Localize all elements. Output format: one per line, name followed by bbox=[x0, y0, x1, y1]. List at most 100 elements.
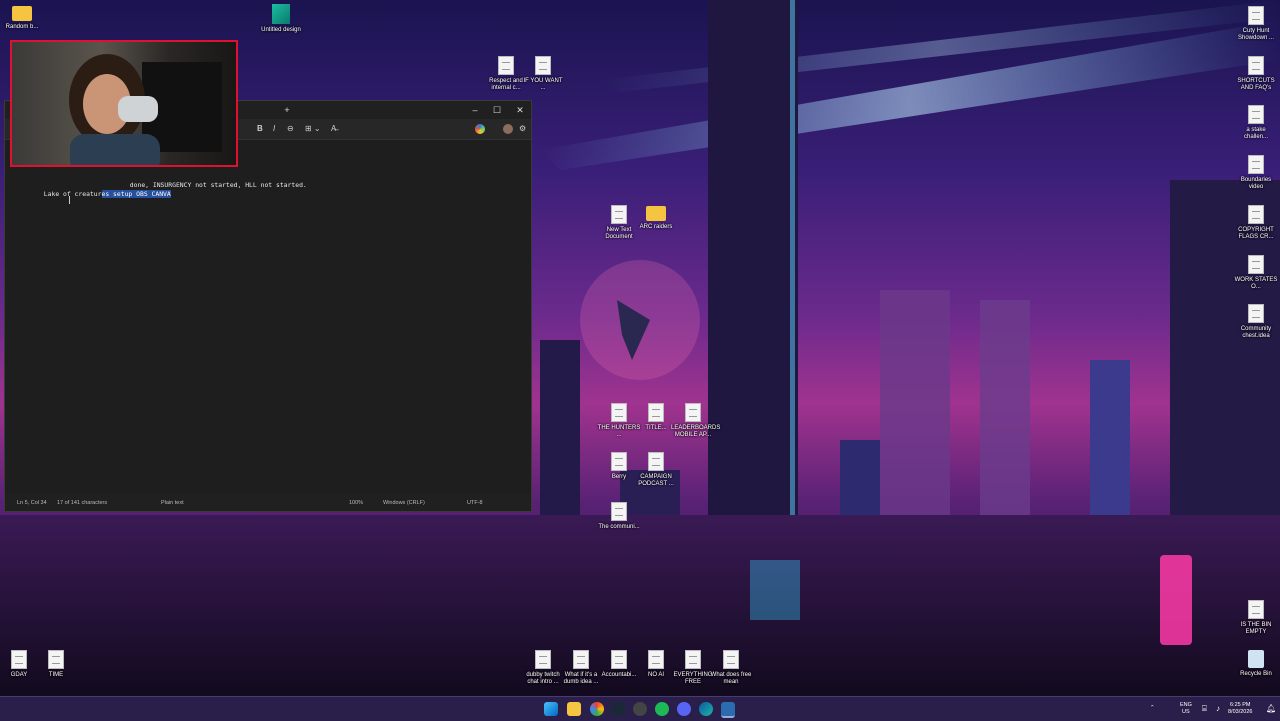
desktop-icon-is-the-bin-empty[interactable]: IS THE BIN EMPTY bbox=[1234, 600, 1278, 636]
desktop-icon-label: a stake challen... bbox=[1243, 127, 1268, 140]
desktop-icon-label: Community chest.idea bbox=[1240, 326, 1272, 339]
status-zoom[interactable]: 100% bbox=[349, 500, 363, 506]
document-icon bbox=[685, 650, 701, 669]
clear-formatting-button[interactable]: A̶ bbox=[331, 122, 336, 136]
document-icon bbox=[535, 56, 551, 75]
desktop-icon-label: Respect and internal c... bbox=[489, 78, 523, 91]
desktop-icon-label: What if it's a dumb idea ... bbox=[563, 672, 599, 685]
link-button[interactable]: ⊖ bbox=[287, 122, 294, 136]
document-icon bbox=[1248, 600, 1264, 619]
show-hidden-icons-chevron-icon[interactable]: ⌃ bbox=[1150, 705, 1155, 711]
selected-text: es setup OBS CANVA bbox=[101, 190, 171, 198]
spotify-icon[interactable] bbox=[655, 702, 669, 716]
bold-button[interactable]: B bbox=[257, 122, 263, 136]
start-button-windows-icon[interactable] bbox=[544, 702, 558, 716]
desktop-icon-label: SHORTCUTS AND FAQ's bbox=[1237, 78, 1275, 91]
document-icon bbox=[611, 650, 627, 669]
document-icon bbox=[1248, 304, 1264, 323]
desktop-icon-community-chest[interactable]: Community chest.idea bbox=[1234, 304, 1278, 340]
volume-icon[interactable]: ♪ bbox=[1216, 704, 1220, 713]
status-format: Plain text bbox=[161, 500, 184, 506]
document-icon bbox=[723, 650, 739, 669]
document-icon bbox=[535, 650, 551, 669]
desktop-icon-label: WORK STATES O... bbox=[1234, 277, 1278, 290]
document-icon bbox=[611, 403, 627, 422]
recycle-bin-icon bbox=[1248, 650, 1264, 668]
obs-icon[interactable] bbox=[633, 702, 647, 716]
folder-icon bbox=[646, 206, 666, 221]
folder-icon bbox=[12, 6, 32, 21]
desktop-icon-label: The communi... bbox=[598, 524, 640, 530]
table-dropdown[interactable]: ⊞ ⌄ bbox=[305, 122, 321, 136]
notifications-bell-icon[interactable]: 🔔︎ bbox=[1266, 704, 1276, 713]
document-icon bbox=[648, 403, 664, 422]
desktop-icon-label: Cuty Hunt Showdown ... bbox=[1237, 28, 1275, 41]
desktop: Random b... Untitled design Respect and … bbox=[0, 0, 1280, 696]
desktop-icon-the-community[interactable]: The communi... bbox=[597, 502, 641, 531]
desktop-icon-label: TITLE... bbox=[645, 425, 667, 431]
clock-time[interactable]: 6:25 PM bbox=[1230, 702, 1250, 708]
chrome-icon[interactable] bbox=[590, 702, 604, 716]
account-avatar[interactable] bbox=[503, 124, 513, 134]
document-icon bbox=[648, 452, 664, 471]
desktop-icon-label: Berry bbox=[611, 474, 627, 480]
region-indicator: US bbox=[1182, 709, 1190, 715]
desktop-icon-label: COPYRIGHT FLAGS CR... bbox=[1238, 227, 1274, 240]
desktop-icon-label: Boundaries video bbox=[1240, 177, 1272, 190]
desktop-icon-cuty-hunt[interactable]: Cuty Hunt Showdown ... bbox=[1234, 6, 1278, 42]
minimize-button[interactable]: – bbox=[465, 102, 485, 118]
desktop-icon-label: GDAY bbox=[10, 672, 28, 678]
notepad-editor[interactable]: done, INSURGENCY not started, HLL not st… bbox=[5, 140, 531, 495]
status-encoding: UTF-8 bbox=[467, 500, 483, 506]
desktop-icon-stake-challenge[interactable]: a stake challen... bbox=[1234, 105, 1278, 141]
desktop-icon-shortcuts[interactable]: SHORTCUTS AND FAQ's bbox=[1234, 56, 1278, 92]
document-icon bbox=[685, 403, 701, 422]
notepad-statusbar: Ln 5, Col 34 17 of 141 characters Plain … bbox=[5, 495, 531, 511]
discord-icon[interactable] bbox=[677, 702, 691, 716]
document-icon bbox=[1248, 155, 1264, 174]
desktop-icon-work-states[interactable]: WORK STATES O... bbox=[1234, 255, 1278, 291]
new-tab-button[interactable]: + bbox=[277, 102, 297, 118]
copilot-icon[interactable] bbox=[475, 124, 485, 134]
close-button[interactable]: ✕ bbox=[510, 102, 530, 118]
desktop-icon-boundaries[interactable]: Boundaries video bbox=[1234, 155, 1278, 191]
desktop-icon-label: TIME bbox=[48, 672, 64, 678]
desktop-icon-recycle-bin[interactable]: Recycle Bin bbox=[1234, 650, 1278, 678]
edge-icon[interactable] bbox=[699, 702, 713, 716]
canva-icon bbox=[272, 4, 290, 24]
desktop-icon-time[interactable]: TIME bbox=[34, 650, 78, 679]
network-icon[interactable]: ⌸ bbox=[1202, 704, 1207, 714]
desktop-icon-copyright[interactable]: COPYRIGHT FLAGS CR... bbox=[1234, 205, 1278, 241]
desktop-icon-random-folder[interactable]: Random b... bbox=[0, 6, 44, 31]
maximize-button[interactable]: ☐ bbox=[487, 102, 507, 118]
desktop-icon-label: LEADERBOARDS MOBILE AP... bbox=[671, 425, 721, 438]
desktop-icon-campaign-podcast[interactable]: CAMPAIGN PODCAST ... bbox=[634, 452, 678, 488]
desktop-icon-label: CAMPAIGN PODCAST ... bbox=[638, 474, 674, 487]
text-cursor-icon bbox=[69, 196, 70, 204]
document-icon bbox=[1248, 205, 1264, 224]
desktop-icon-free-mean[interactable]: What does free mean bbox=[709, 650, 753, 686]
steam-icon[interactable] bbox=[611, 702, 625, 716]
desktop-icon-label: IS THE BIN EMPTY bbox=[1240, 622, 1272, 635]
taskbar: ⌃ ENG US ⌸ ♪ 6:25 PM 8/03/2026 🔔︎ bbox=[0, 696, 1280, 721]
desktop-icon-if-you-want[interactable]: IF YOU WANT ... bbox=[521, 56, 565, 92]
italic-button[interactable]: I bbox=[273, 122, 275, 136]
document-icon bbox=[48, 650, 64, 669]
desktop-icon-arc-raiders[interactable]: ARC raiders bbox=[634, 206, 678, 231]
desktop-icon-label: EVERYTHING FREE bbox=[673, 672, 713, 685]
file-explorer-icon[interactable] bbox=[567, 702, 581, 716]
desktop-icon-leaderboards[interactable]: LEADERBOARDS MOBILE AP... bbox=[671, 403, 720, 439]
clock-date[interactable]: 8/03/2026 bbox=[1228, 709, 1252, 715]
streamer-webcam-image bbox=[69, 54, 222, 165]
language-indicator[interactable]: ENG bbox=[1180, 702, 1192, 708]
document-icon bbox=[1248, 105, 1264, 124]
desktop-icon-label: Accountabi... bbox=[601, 672, 637, 678]
desktop-icon-untitled-design[interactable]: Untitled design bbox=[259, 4, 303, 34]
notepad-taskbar-icon[interactable] bbox=[721, 702, 735, 718]
document-icon bbox=[648, 650, 664, 669]
document-icon bbox=[611, 452, 627, 471]
desktop-icon-label: Random b... bbox=[5, 24, 39, 30]
settings-gear-icon[interactable]: ⚙ bbox=[519, 122, 526, 136]
desktop-icon-label: New Text Document bbox=[605, 227, 633, 240]
editor-line-2: Lake of creatures setup OBS CANVA bbox=[43, 190, 171, 198]
